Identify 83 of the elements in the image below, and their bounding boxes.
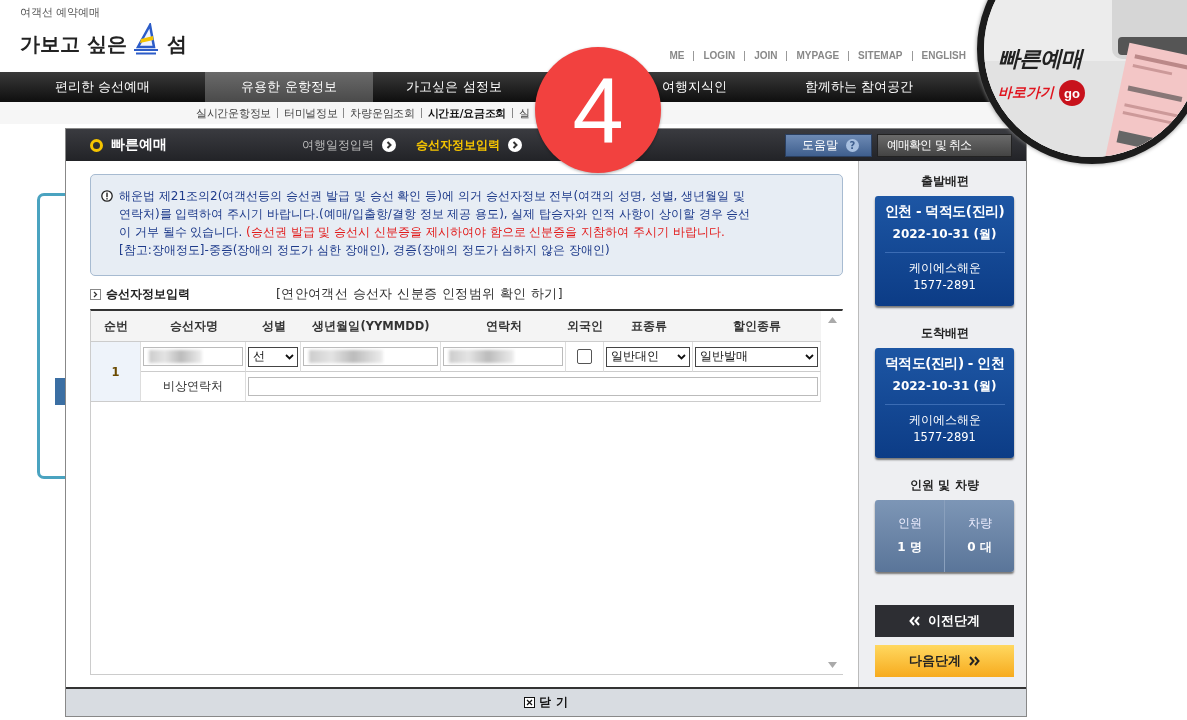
nav-tab[interactable]: 유용한 운항정보 [205, 72, 373, 102]
count-value: 0 대 [967, 539, 992, 556]
sub-nav-link[interactable]: 터미널정보 [276, 108, 344, 118]
nav-tab[interactable]: 함께하는 참여공간 [773, 72, 945, 102]
confirm-cancel-button[interactable]: 예매확인 및 취소 [877, 133, 1012, 157]
nav-tab[interactable]: 편리한 승선예매 [0, 72, 205, 102]
top-link[interactable]: ENGLISH [911, 51, 966, 61]
banner-link[interactable]: 바로가기 [998, 84, 1054, 102]
chevron-right-icon [382, 138, 396, 152]
column-header: 표종류 [604, 311, 693, 342]
phone-number: 1577-2891 [913, 429, 976, 446]
trip-date: 2022-10-31 (월) [892, 226, 997, 243]
chevron-right-icon [90, 288, 101, 300]
step-label: 승선자정보입력 [416, 136, 500, 154]
double-chevron-right-icon [969, 656, 980, 666]
route-text: 인천 - 덕적도(진리) [884, 203, 1005, 221]
sub-nav-link[interactable]: 시간표/요금조회 [420, 108, 513, 118]
close-button[interactable]: 닫 기 [522, 694, 570, 711]
top-link[interactable]: ME [669, 51, 694, 61]
route-text: 덕적도(진리) - 인천 [884, 355, 1005, 373]
column-header: 외국인 [566, 311, 604, 342]
sidebar-heading: 출발배편 [919, 173, 970, 190]
blurred-value [149, 350, 202, 363]
column-header: 순번 [91, 311, 141, 342]
column-header: 할인종류 [693, 311, 821, 342]
logo-tagline: 여객선 예약예매 [20, 5, 102, 20]
company-name: 케이에스해운 [908, 412, 981, 429]
section-title: 승선자정보입력 [106, 285, 191, 303]
input-field[interactable] [443, 347, 563, 366]
select-field[interactable]: 선 [248, 346, 298, 367]
step-label: 여행일정입력 [302, 136, 374, 154]
table-cell: 1 [91, 342, 141, 402]
company-name: 케이에스해운 [908, 260, 981, 277]
scroll-up-icon [827, 317, 837, 323]
count-label: 인원 [897, 516, 922, 531]
caret-icon [285, 353, 294, 360]
chevron-right-icon [508, 138, 522, 152]
scroll-down-icon [827, 662, 837, 668]
ring-icon [90, 138, 103, 152]
notice-text: 해운법 제21조의2(여객선등의 승선권 발급 및 승선 확인 등)에 의거 승선자정보 전부(여객의 성명, 성별, 생년월일 및 연락처)를 입력하여 주시기 바랍니다.(예매/입출항/결항 정보 제공 용도), 실제 탑승자와 인적 사항이 상이할 경우 승선이 거부 될수 있습니다. (승선권 발급 및 승선시 신분증을 제시하여야 함으로 신분증을 지참하여 주시기 바랍니다. [119, 188, 751, 241]
sidebar-heading: 인원 및 차량 [909, 477, 980, 494]
notice-text: [참고:장애정도]-중증(장애의 정도가 심한 장애인), 경증(장애의 정도가 심하지 않은 장애인) [119, 242, 611, 259]
sub-nav-link[interactable]: 차량운임조회 [343, 108, 421, 118]
double-chevron-left-icon [909, 616, 920, 626]
previous-step-button[interactable]: 이전단계 [875, 605, 1014, 637]
sub-nav-link[interactable]: 실시간운항정보 [196, 108, 277, 118]
caret-icon [805, 353, 814, 360]
column-header: 성별 [246, 311, 301, 342]
nav-tab[interactable]: 가고싶은 섬정보 [373, 72, 535, 102]
input-field[interactable] [303, 347, 438, 366]
quick-booking-banner[interactable]: 빠른예매 바로가기 go [977, 0, 1187, 164]
blurred-value [449, 350, 514, 363]
id-range-link[interactable]: [연안여객선 승선자 신분증 인정범위 확인 하기] [276, 285, 564, 303]
sidebar-heading: 도착배편 [919, 325, 970, 342]
caret-icon [677, 353, 686, 360]
column-header: 생년월일(YYMMDD) [301, 311, 441, 342]
column-header: 연락처 [441, 311, 566, 342]
logo-text: 섬 [166, 33, 187, 55]
warning-icon [101, 190, 113, 202]
count-label: 차량 [967, 516, 992, 531]
next-step-button[interactable]: 다음단계 [875, 645, 1014, 677]
checkbox[interactable] [577, 349, 592, 364]
input-field[interactable] [248, 377, 818, 396]
help-button[interactable]: 도움말 ? [785, 133, 872, 157]
input-field[interactable] [143, 347, 243, 366]
banner-title: 빠른예매 [998, 45, 1082, 73]
top-link[interactable]: MYPAGE [786, 51, 849, 61]
trip-date: 2022-10-31 (월) [892, 378, 997, 395]
column-header: 승선자명 [141, 311, 246, 342]
top-link[interactable]: SITEMAP [848, 51, 912, 61]
phone-number: 1577-2891 [913, 277, 976, 294]
top-link[interactable]: JOIN [744, 51, 787, 61]
sub-nav-link[interactable]: 실 [512, 108, 536, 118]
nav-tab[interactable]: 여행지식인 [662, 72, 773, 102]
select-field[interactable]: 일반발매 [695, 346, 818, 367]
dialog-title: 빠른예매 [111, 136, 167, 154]
count-value: 1 명 [897, 539, 922, 556]
help-icon: ? [846, 138, 859, 152]
close-icon [524, 697, 536, 708]
table-cell: 비상연락처 [141, 372, 246, 402]
select-field[interactable]: 일반대인 [606, 346, 690, 367]
logo-text: 가보고 싶은 [20, 33, 127, 55]
top-link[interactable]: LOGIN [693, 51, 745, 61]
